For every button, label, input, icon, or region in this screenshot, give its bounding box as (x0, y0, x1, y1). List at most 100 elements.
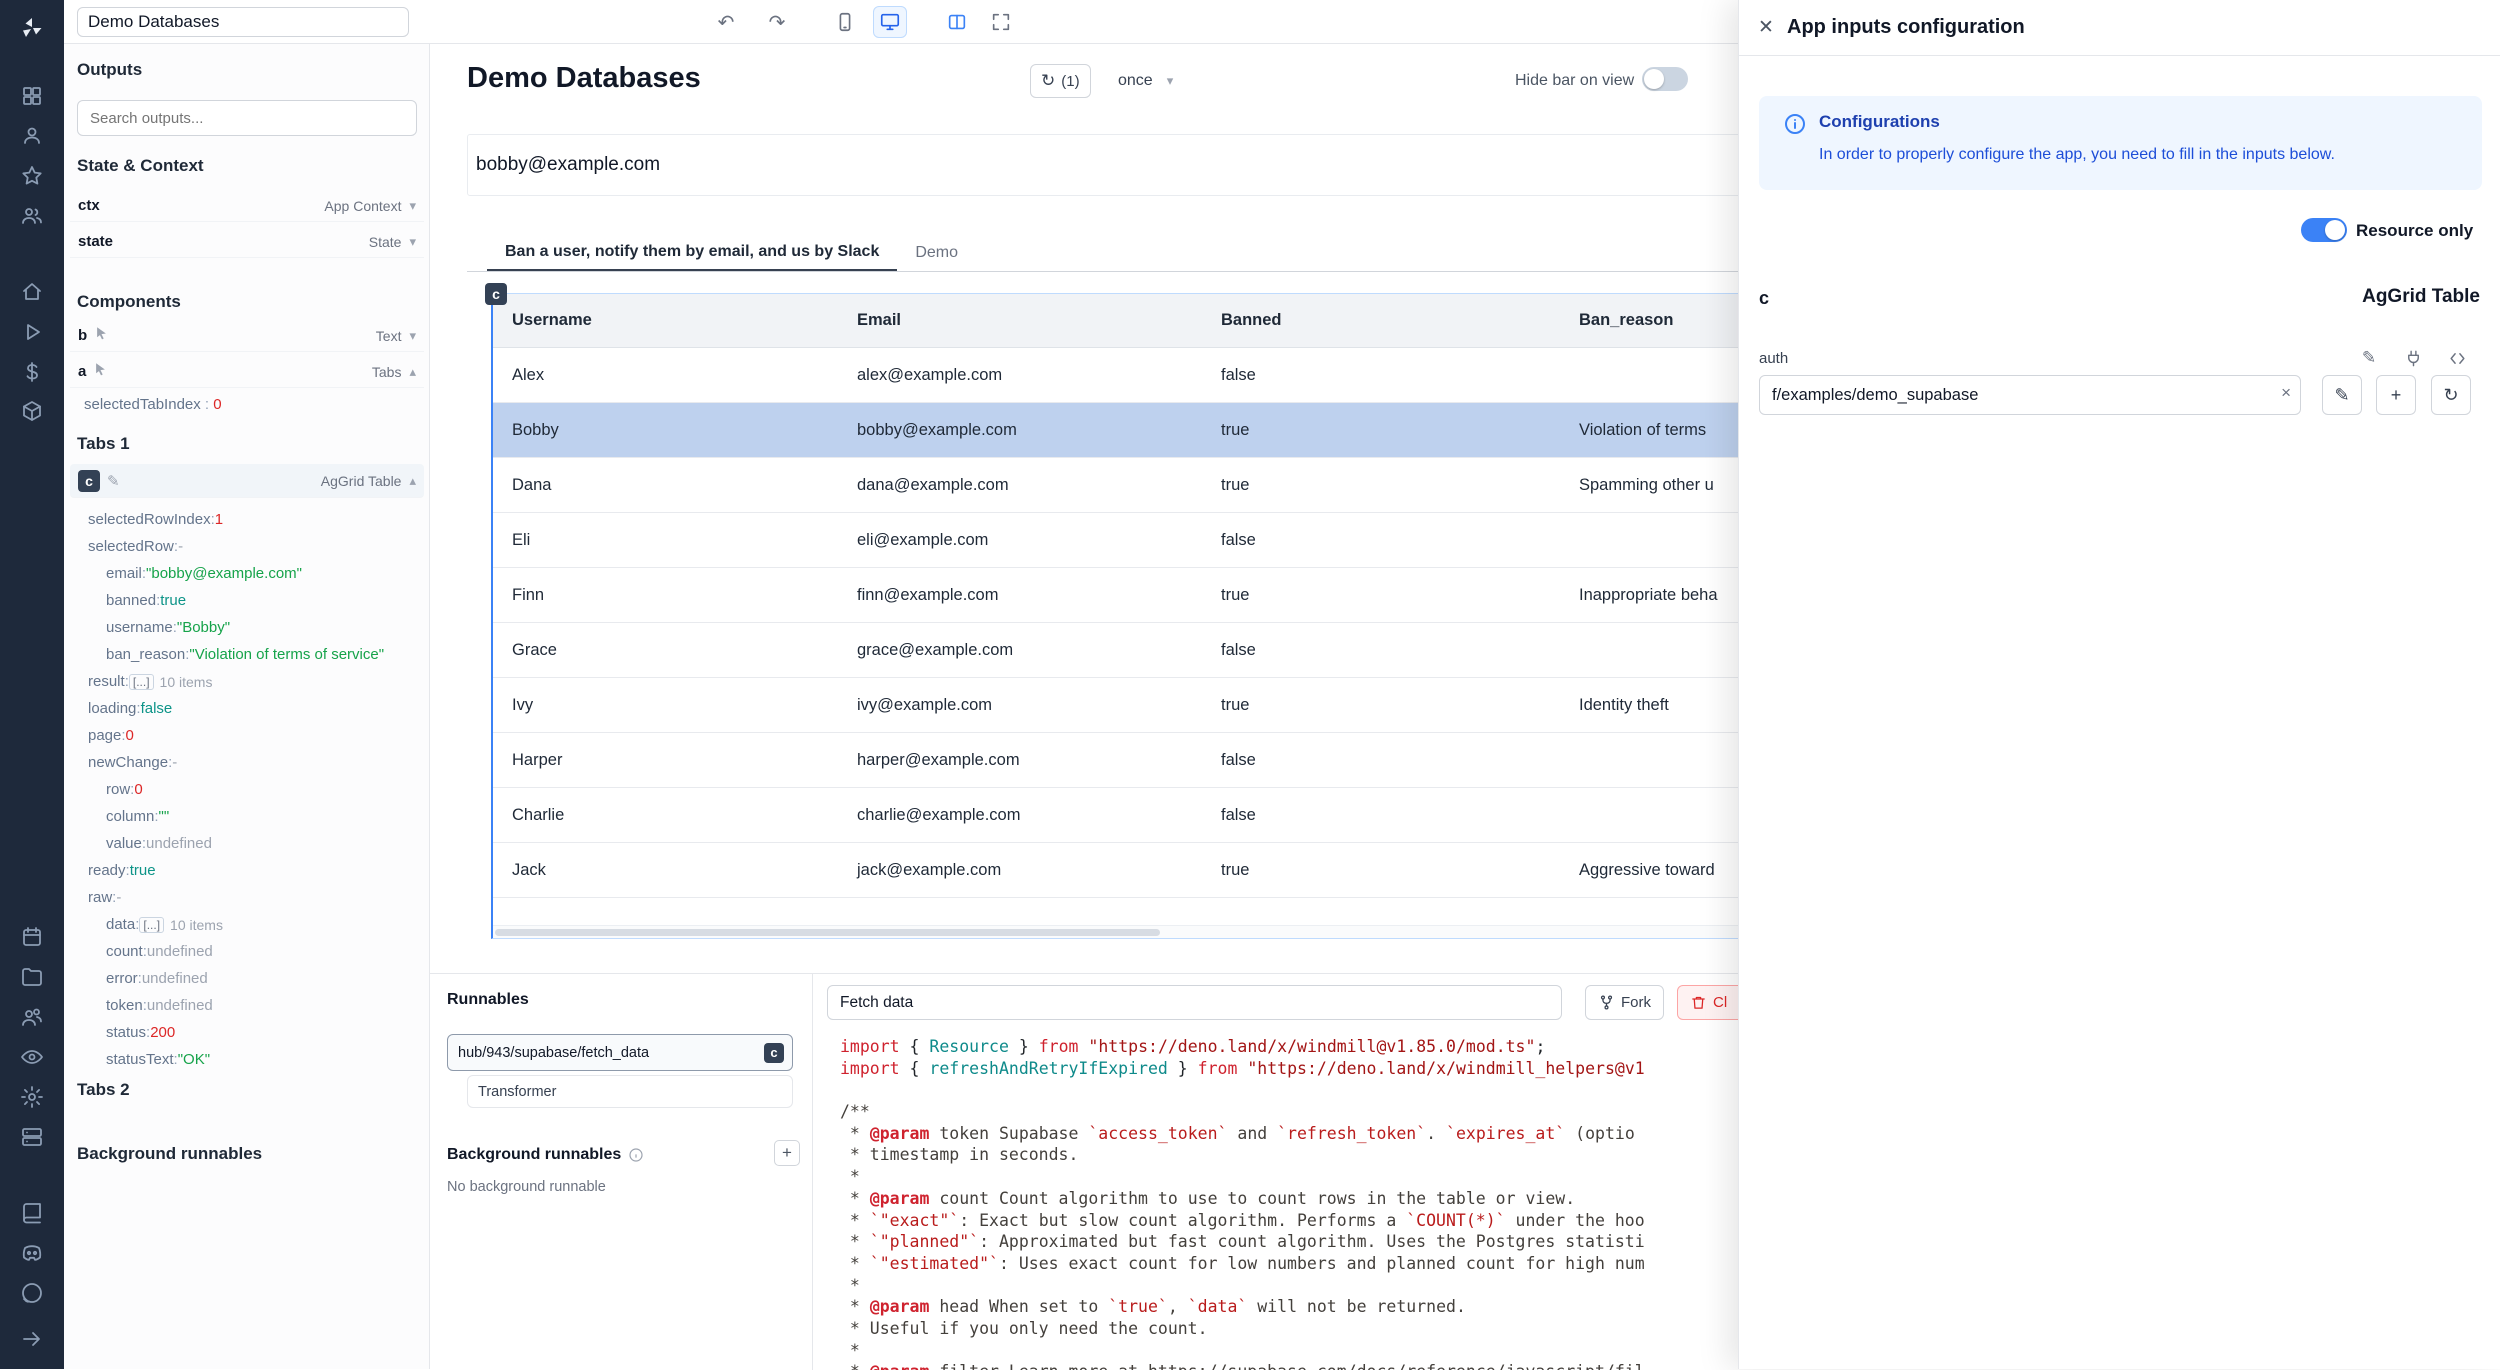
github-icon[interactable] (12, 1273, 52, 1313)
output-tree-row[interactable]: raw : - (64, 884, 430, 911)
runnable-badge: c (764, 1043, 784, 1063)
expand-icon (990, 11, 1012, 33)
redo-button[interactable]: ↷ (760, 6, 794, 38)
selected-tab-index-row[interactable]: selectedTabIndex : 0 (84, 396, 222, 413)
add-resource-button[interactable]: + (2376, 375, 2416, 415)
output-tree-row[interactable]: loading : false (64, 695, 430, 722)
output-tree-row[interactable]: value : undefined (64, 830, 430, 857)
chevron-down-icon[interactable]: ▾ (409, 198, 416, 214)
plug-icon[interactable] (2399, 344, 2427, 372)
text-component-value: bobby@example.com (476, 154, 660, 176)
transformer-item[interactable]: Transformer (467, 1075, 793, 1108)
resource-path-input[interactable] (1759, 375, 2301, 415)
delete-label: Cl (1713, 994, 1727, 1011)
output-tree-row[interactable]: banned : true (64, 587, 430, 614)
background-runnables-title[interactable]: Background runnables (77, 1144, 262, 1164)
output-tree-row[interactable]: error : undefined (64, 965, 430, 992)
runnable-item-fetch-data[interactable]: hub/943/supabase/fetch_data c (447, 1034, 793, 1071)
output-tree-row[interactable]: token : undefined (64, 992, 430, 1019)
component-row-b[interactable]: b Text ▾ (70, 320, 424, 352)
clear-icon[interactable]: × (2281, 383, 2291, 403)
arrow-right-icon[interactable] (12, 1319, 52, 1359)
output-tree-row[interactable]: email : "bobby@example.com" (64, 560, 430, 587)
output-tree-row[interactable]: status : 200 (64, 1019, 430, 1046)
output-tree-row[interactable]: result : [...]10 items (64, 668, 430, 695)
chevron-up-icon[interactable]: ▴ (409, 364, 416, 380)
desktop-view-button[interactable] (873, 6, 907, 38)
output-tree-row[interactable]: statusText : "OK" (64, 1046, 430, 1073)
component-row-a[interactable]: a Tabs ▴ (70, 356, 424, 388)
group-icon[interactable] (12, 997, 52, 1037)
eye-icon[interactable] (12, 1037, 52, 1077)
pointer-icon[interactable] (86, 362, 108, 382)
hide-bar-toggle[interactable] (1642, 67, 1688, 91)
column-header[interactable]: Banned (1202, 294, 1560, 347)
workspace-sidebar (0, 0, 64, 1369)
table-cell: Alex (493, 348, 838, 402)
output-tree-row[interactable]: newChange : - (64, 749, 430, 776)
code-icon[interactable] (2443, 344, 2471, 372)
pencil-icon[interactable]: ✎ (2355, 344, 2383, 372)
chevron-down-icon[interactable]: ▾ (409, 328, 416, 344)
column-header[interactable]: Username (493, 294, 838, 347)
align-center-icon (946, 11, 968, 33)
windmill-logo-icon[interactable] (12, 8, 52, 48)
home-icon[interactable] (12, 272, 52, 312)
info-circle-icon (1783, 112, 1807, 141)
pointer-icon[interactable] (87, 326, 109, 346)
output-tree-row[interactable]: data : [...]10 items (64, 911, 430, 938)
output-tree-row[interactable]: count : undefined (64, 938, 430, 965)
book-icon[interactable] (12, 1193, 52, 1233)
component-row-c[interactable]: c ✎ AgGrid Table ▴ (70, 464, 424, 498)
resource-only-toggle[interactable] (2301, 218, 2347, 242)
scrollbar-thumb[interactable] (495, 929, 1160, 936)
column-header[interactable]: Email (838, 294, 1202, 347)
fullscreen-button[interactable] (984, 6, 1018, 38)
mobile-view-button[interactable] (828, 6, 862, 38)
undo-button[interactable]: ↶ (709, 6, 743, 38)
output-tree-row[interactable]: selectedRow : - (64, 533, 430, 560)
output-tree-row[interactable]: column : "" (64, 803, 430, 830)
chevron-up-icon[interactable]: ▴ (409, 473, 416, 489)
refresh-resource-button[interactable]: ↻ (2431, 375, 2471, 415)
context-row-state[interactable]: state State ▾ (70, 226, 424, 258)
output-tree-row[interactable]: ready : true (64, 857, 430, 884)
server-icon[interactable] (12, 1117, 52, 1157)
output-tree-row[interactable]: ban_reason : "Violation of terms of serv… (64, 641, 430, 668)
add-background-runnable-button[interactable]: + (774, 1140, 800, 1166)
app-title-input[interactable] (77, 7, 409, 37)
refresh-count: (1) (1061, 73, 1079, 90)
dollar-icon[interactable] (12, 352, 52, 392)
tab-ban-user[interactable]: Ban a user, notify them by email, and us… (487, 234, 897, 271)
center-layout-button[interactable] (940, 6, 974, 38)
refresh-button[interactable]: ↻ (1) (1030, 64, 1091, 98)
edit-resource-button[interactable]: ✎ (2322, 375, 2362, 415)
runnable-name-input[interactable] (827, 985, 1562, 1020)
search-outputs-input[interactable] (77, 100, 417, 136)
fork-button[interactable]: Fork (1585, 985, 1664, 1020)
output-tree-row[interactable]: username : "Bobby" (64, 614, 430, 641)
gear-icon[interactable] (12, 1077, 52, 1117)
component-badge: c (78, 470, 100, 492)
component-badge[interactable]: c (485, 283, 507, 305)
context-row-ctx[interactable]: ctx App Context ▾ (70, 190, 424, 222)
tab-demo[interactable]: Demo (897, 234, 976, 271)
play-icon[interactable] (12, 312, 52, 352)
output-tree-row[interactable]: row : 0 (64, 776, 430, 803)
output-tree-row[interactable]: page : 0 (64, 722, 430, 749)
cube-icon[interactable] (12, 392, 52, 432)
grid-icon[interactable] (12, 76, 52, 116)
folder-icon[interactable] (12, 957, 52, 997)
output-tree-row[interactable]: selectedRowIndex : 1 (64, 506, 430, 533)
star-icon[interactable] (12, 156, 52, 196)
user-icon[interactable] (12, 116, 52, 156)
users-icon[interactable] (12, 196, 52, 236)
chevron-down-icon[interactable]: ▾ (409, 234, 416, 250)
close-drawer-button[interactable]: ✕ (1751, 13, 1781, 43)
discord-icon[interactable] (12, 1233, 52, 1273)
trash-icon (1690, 994, 1707, 1011)
interval-select[interactable]: once ▾ (1118, 64, 1173, 98)
tabs2-title[interactable]: Tabs 2 (77, 1080, 130, 1100)
calendar-icon[interactable] (12, 917, 52, 957)
pencil-icon[interactable]: ✎ (107, 472, 120, 490)
